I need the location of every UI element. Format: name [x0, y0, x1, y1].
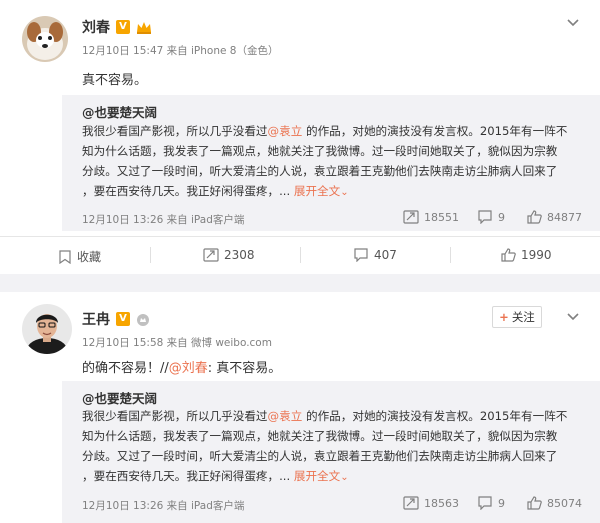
- quoted-text: 我很少看国产影视，所以几乎没看过@袁立 的作品，对她的演技没有发言权。2015年…: [82, 406, 592, 488]
- quoted-like-count[interactable]: 85074: [527, 496, 582, 510]
- member-badge-icon: [136, 312, 150, 326]
- quoted-line-1b: 的作品，对她的演技没有发言权。2015年有一阵不: [302, 409, 568, 423]
- quoted-comment-count[interactable]: 9: [477, 496, 505, 510]
- quoted-line-3: 分歧。又过了一段时间，听大爱清尘的人说，袁立跟着王克勤他们去陕南走访尘肺病人回来…: [82, 164, 558, 178]
- favorite-button[interactable]: 收藏: [58, 248, 101, 265]
- quoted-like-count[interactable]: 84877: [527, 210, 582, 224]
- action-separator: [450, 247, 451, 263]
- member-crown-icon: [136, 20, 152, 34]
- quoted-meta: 12月10日 13:26 来自 iPad客户端: [82, 500, 245, 512]
- expand-full-link[interactable]: 展开全文⌄: [294, 184, 349, 198]
- quoted-text: 我很少看国产影视，所以几乎没看过@袁立 的作品，对她的演技没有发言权。2015年…: [82, 121, 592, 203]
- comment-button[interactable]: 407: [353, 248, 397, 262]
- quoted-line-4: ，要在西安待几天。我正好闲得蛋疼，...: [82, 184, 291, 198]
- post-meta: 12月10日 15:47 来自 iPhone 8（金色）: [82, 45, 279, 57]
- quoted-line-1b: 的作品，对她的演技没有发言权。2015年有一阵不: [302, 124, 568, 138]
- post-text: 的确不容易！//@刘春: 真不容易。: [82, 361, 282, 376]
- dog-avatar-image: [22, 16, 68, 62]
- comment-icon: [478, 496, 492, 510]
- thumbs-up-icon: [501, 248, 516, 262]
- quoted-line-2: 知为什么话题，我发表了一篇观点，她就关注了我微博。过一段时间她取关了，貌似因为宗…: [82, 144, 558, 158]
- post-meta: 12月10日 15:58 来自 微博 weibo.com: [82, 337, 272, 349]
- mention-link[interactable]: @袁立: [268, 409, 303, 423]
- repost-icon: [403, 210, 419, 224]
- expand-full-link[interactable]: 展开全文⌄: [294, 469, 349, 483]
- avatar-liuchun[interactable]: [22, 16, 68, 62]
- author-name[interactable]: 王冉: [82, 309, 110, 329]
- like-button[interactable]: 1990: [501, 248, 552, 262]
- quoted-author[interactable]: @也要楚天阔: [82, 102, 157, 121]
- comment-icon: [354, 248, 368, 262]
- thumbs-up-icon: [527, 210, 542, 224]
- mention-link[interactable]: @刘春: [169, 361, 208, 376]
- person-avatar-image: [22, 304, 72, 354]
- card-separator: [0, 274, 600, 292]
- action-separator: [150, 247, 151, 263]
- quoted-line-3: 分歧。又过了一段时间，听大爱清尘的人说，袁立跟着王克勤他们去陕南走访尘肺病人回来…: [82, 449, 558, 463]
- divider: [0, 236, 600, 237]
- chevron-down-icon[interactable]: [566, 16, 580, 32]
- repost-icon: [203, 248, 219, 262]
- repost-button[interactable]: 2308: [203, 248, 255, 262]
- follow-button[interactable]: + 关注: [492, 306, 542, 328]
- quoted-meta: 12月10日 13:26 来自 iPad客户端: [82, 214, 245, 226]
- author-name[interactable]: 刘春: [82, 17, 110, 37]
- action-separator: [300, 247, 301, 263]
- post-text: 真不容易。: [82, 73, 148, 88]
- comment-icon: [478, 210, 492, 224]
- quoted-line-2: 知为什么话题，我发表了一篇观点，她就关注了我微博。过一段时间她取关了，貌似因为宗…: [82, 429, 558, 443]
- vip-badge-icon: V: [116, 20, 130, 34]
- quoted-line-1a: 我很少看国产影视，所以几乎没看过: [82, 409, 268, 423]
- mention-link[interactable]: @袁立: [268, 124, 303, 138]
- quoted-repost-count[interactable]: 18551: [403, 210, 459, 224]
- quoted-line-4: ，要在西安待几天。我正好闲得蛋疼，...: [82, 469, 291, 483]
- quoted-line-1a: 我很少看国产影视，所以几乎没看过: [82, 124, 268, 138]
- thumbs-up-icon: [527, 496, 542, 510]
- quoted-author[interactable]: @也要楚天阔: [82, 388, 157, 407]
- quoted-comment-count[interactable]: 9: [477, 210, 505, 224]
- avatar-wangran[interactable]: [22, 304, 72, 354]
- bookmark-icon: [59, 249, 71, 264]
- vip-badge-icon: V: [116, 312, 130, 326]
- quoted-repost-count[interactable]: 18563: [403, 496, 459, 510]
- chevron-down-icon[interactable]: [566, 310, 580, 326]
- repost-icon: [403, 496, 419, 510]
